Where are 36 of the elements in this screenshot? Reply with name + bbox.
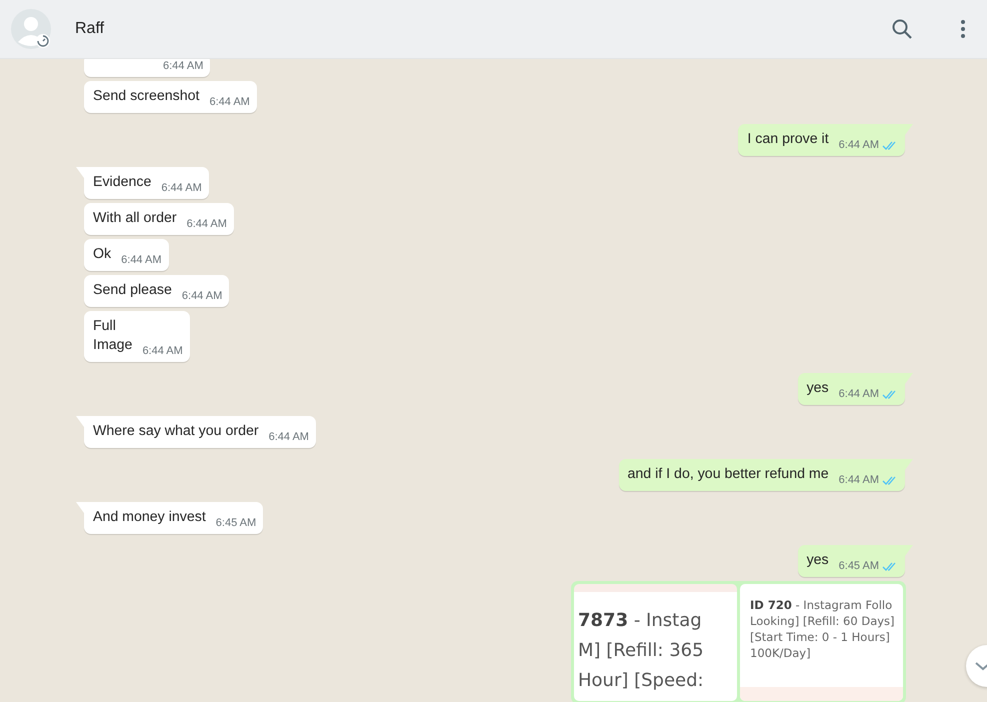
message-time: 6:44 AM bbox=[121, 254, 162, 266]
message-text: Where say what you order bbox=[93, 422, 259, 441]
screenshot-text: 100K/Day] bbox=[749, 645, 812, 661]
message-text: I can prove it bbox=[747, 130, 829, 149]
search-icon[interactable] bbox=[890, 17, 914, 41]
message-time: 6:45 AM bbox=[216, 517, 256, 529]
message-text: And money invest bbox=[93, 508, 206, 527]
message-time: 6:45 AM bbox=[838, 560, 879, 572]
message-text: yes bbox=[806, 551, 829, 570]
chevron-down-icon bbox=[974, 660, 987, 672]
message-time: 6:44 AM bbox=[838, 388, 879, 400]
screenshot-text: ID 720 - Instagram Follo bbox=[749, 597, 894, 613]
message-text: With all order bbox=[93, 209, 177, 228]
message-time: 6:44 AM bbox=[161, 182, 202, 194]
image-message[interactable]: 7873 - Instag M] [Refill: 365 Hour] [Speed: ID 720 - Instagram Follo Looking] [Refill: 60 Days] [Start Time: 0 - 1 Hours] 100K/Day] bbox=[571, 581, 906, 702]
message-time: 6:44 AM bbox=[268, 431, 309, 443]
message-time: 6:44 AM bbox=[163, 60, 204, 72]
message-text: yes bbox=[806, 379, 829, 398]
screenshot-text: M] [Refill: 365 bbox=[577, 639, 705, 663]
screenshot-text: Looking] [Refill: 60 Days] bbox=[749, 613, 896, 629]
message-time: 6:44 AM bbox=[209, 96, 250, 108]
message-time: 6:44 AM bbox=[838, 474, 879, 486]
message-text: Full Image bbox=[93, 317, 132, 355]
message-text: Send screenshot bbox=[93, 87, 200, 106]
message-text: and if I do, you better refund me bbox=[628, 465, 829, 484]
message-time: 6:44 AM bbox=[186, 218, 227, 230]
screenshot-text: Hour] [Speed: bbox=[577, 669, 705, 693]
contact-name[interactable]: Raff bbox=[75, 20, 867, 38]
screenshot-text: 7873 - Instag bbox=[577, 609, 703, 633]
message-text: Evidence bbox=[93, 173, 152, 192]
message-text: Send please bbox=[93, 281, 172, 300]
screenshot-text: [Start Time: 0 - 1 Hours] bbox=[749, 629, 891, 645]
message-time: 6:44 AM bbox=[142, 345, 183, 357]
message-time: 6:44 AM bbox=[838, 139, 879, 151]
message-text: Ok bbox=[93, 245, 112, 264]
message-time: 6:44 AM bbox=[182, 290, 222, 302]
